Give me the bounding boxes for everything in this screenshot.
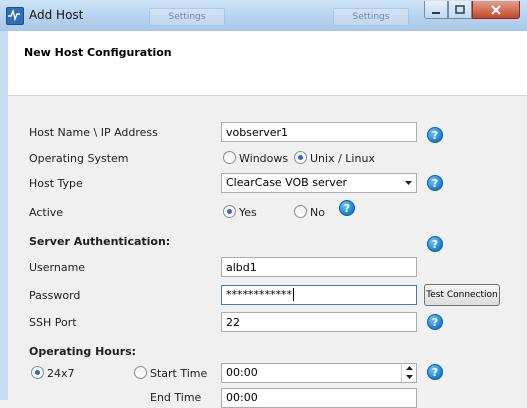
password-label: Password [29, 289, 81, 302]
os-label: Operating System [29, 152, 129, 165]
close-icon [491, 5, 501, 15]
username-input[interactable] [221, 257, 417, 277]
active-no-label: No [310, 206, 325, 219]
ssh-port-label: SSH Port [29, 316, 77, 329]
active-yes-radio[interactable] [223, 205, 236, 218]
start-time-input[interactable]: 00:00 [221, 363, 417, 383]
start-time-spinner[interactable] [401, 364, 416, 382]
test-connection-button[interactable]: Test Connection [424, 284, 500, 306]
spin-down-icon [405, 375, 413, 379]
os-unix-radio[interactable] [294, 151, 307, 164]
help-icon[interactable]: ? [427, 364, 443, 380]
app-pulse-icon [6, 7, 24, 25]
window-frame [0, 31, 8, 400]
dialog-header: New Host Configuration [8, 31, 527, 96]
hours-24x7-label: 24x7 [47, 367, 75, 380]
minimize-button[interactable] [424, 1, 448, 19]
help-icon[interactable]: ? [427, 175, 443, 191]
page-title: New Host Configuration [24, 46, 172, 59]
username-label: Username [29, 261, 86, 274]
start-time-label: Start Time [150, 367, 208, 380]
background-tab: Settings [333, 8, 409, 26]
end-time-input[interactable]: 00:00 [221, 388, 417, 408]
os-windows-radio[interactable] [223, 151, 236, 164]
hours-start-time-radio[interactable] [134, 366, 147, 379]
end-time-label: End Time [150, 391, 202, 404]
operating-hours-heading: Operating Hours: [29, 345, 137, 358]
password-input[interactable]: ************ [221, 285, 417, 305]
os-windows-label: Windows [239, 152, 289, 165]
help-icon[interactable]: ? [339, 200, 355, 216]
maximize-icon [455, 5, 465, 14]
close-button[interactable] [472, 1, 520, 19]
end-time-value: 00:00 [226, 391, 258, 404]
host-name-input[interactable] [221, 122, 417, 142]
chevron-down-icon [405, 181, 412, 185]
window-title: Add Host [29, 8, 84, 22]
ssh-port-input[interactable] [221, 312, 417, 332]
help-icon[interactable]: ? [427, 314, 443, 330]
server-auth-heading: Server Authentication: [29, 235, 171, 248]
help-icon[interactable]: ? [427, 127, 443, 143]
active-yes-label: Yes [239, 206, 257, 219]
active-no-radio[interactable] [294, 205, 307, 218]
title-bar[interactable]: Add Host Settings Settings [0, 0, 527, 32]
active-label: Active [29, 206, 64, 219]
text-cursor [293, 288, 294, 301]
host-type-label: Host Type [29, 177, 83, 190]
host-name-label: Host Name \ IP Address [29, 126, 158, 139]
background-tab: Settings [149, 8, 225, 26]
maximize-button[interactable] [448, 1, 472, 19]
host-type-value: ClearCase VOB server [226, 176, 348, 189]
help-icon[interactable]: ? [427, 236, 443, 252]
password-value: ************ [226, 288, 292, 301]
minimize-icon [432, 12, 440, 14]
os-unix-label: Unix / Linux [310, 152, 375, 165]
hours-24x7-radio[interactable] [31, 366, 44, 379]
start-time-value: 00:00 [226, 366, 258, 379]
host-type-select[interactable]: ClearCase VOB server [221, 173, 417, 193]
spin-up-icon [405, 366, 413, 370]
